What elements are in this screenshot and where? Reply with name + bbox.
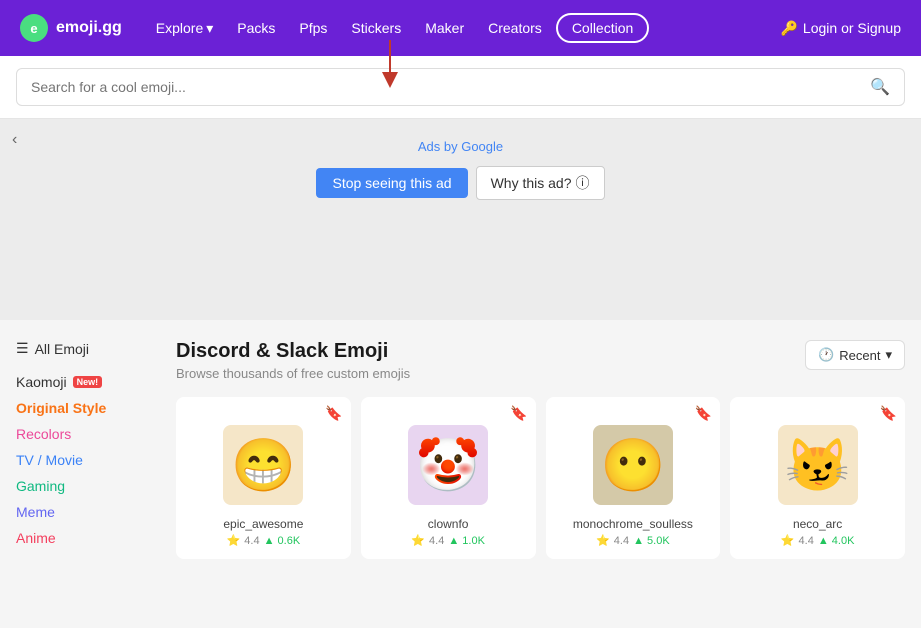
emoji-stats: ⭐ 4.4 ▲ 5.0K [596, 534, 670, 547]
menu-icon: ☰ [16, 340, 29, 357]
emoji-stats: ⭐ 4.4 ▲ 1.0K [411, 534, 485, 547]
search-bar: 🔍 [16, 68, 905, 106]
sidebar: ☰ All Emoji Kaomoji New! Original Style … [16, 340, 156, 559]
ad-area: ‹ Ads by Google Stop seeing this ad Why … [0, 119, 921, 320]
nav-explore[interactable]: Explore ▾ [146, 14, 224, 43]
nav-pfps[interactable]: Pfps [289, 14, 337, 42]
emoji-name: epic_awesome [223, 517, 303, 531]
download-count: ▲ 1.0K [448, 535, 485, 547]
download-count: ▲ 5.0K [633, 535, 670, 547]
star-icon: ⭐ [227, 534, 241, 547]
logo-icon: e [20, 14, 48, 42]
emoji-card[interactable]: 🔖 😁 epic_awesome ⭐ 4.4 ▲ 0.6K [176, 397, 351, 559]
search-icon: 🔍 [870, 79, 890, 96]
sidebar-item-recolors[interactable]: Recolors [16, 421, 156, 447]
rating-value: 4.4 [614, 535, 629, 547]
emoji-grid-area: Discord & Slack Emoji Browse thousands o… [176, 340, 905, 559]
emoji-name: monochrome_soulless [573, 517, 693, 531]
emoji-grid-title-area: Discord & Slack Emoji Browse thousands o… [176, 340, 410, 381]
download-count: ▲ 0.6K [264, 535, 301, 547]
bookmark-icon[interactable]: 🔖 [510, 405, 527, 422]
star-icon: ⭐ [781, 534, 795, 547]
emoji-name: neco_arc [793, 517, 842, 531]
star-icon: ⭐ [411, 534, 425, 547]
page-title: Discord & Slack Emoji [176, 340, 410, 363]
emoji-card[interactable]: 🔖 😼 neco_arc ⭐ 4.4 ▲ 4.0K [730, 397, 905, 559]
download-count: ▲ 4.0K [818, 535, 855, 547]
recent-sort-button[interactable]: 🕐 Recent ▾ [805, 340, 905, 370]
sidebar-item-meme[interactable]: Meme [16, 499, 156, 525]
chevron-down-icon: ▾ [206, 20, 213, 37]
emoji-grid-header: Discord & Slack Emoji Browse thousands o… [176, 340, 905, 381]
header-right: 🔑 Login or Signup [780, 20, 901, 37]
ad-content-space [20, 200, 901, 300]
emoji-image: 😶 [593, 425, 673, 505]
nav-stickers[interactable]: Stickers [341, 14, 411, 42]
emoji-cards-grid: 🔖 😁 epic_awesome ⭐ 4.4 ▲ 0.6K 🔖 🤡 clownf… [176, 397, 905, 559]
ads-by-google: Ads by Google [418, 139, 503, 154]
nav-packs[interactable]: Packs [227, 14, 285, 42]
stop-seeing-ad-button[interactable]: Stop seeing this ad [316, 168, 467, 198]
emoji-image: 😁 [223, 425, 303, 505]
sidebar-item-kaomoji[interactable]: Kaomoji New! [16, 369, 156, 395]
main-content: ☰ All Emoji Kaomoji New! Original Style … [0, 320, 921, 579]
header: e emoji.gg Explore ▾ Packs Pfps Stickers… [0, 0, 921, 56]
collection-button[interactable]: Collection [556, 13, 649, 43]
user-icon: 🔑 [780, 20, 797, 37]
emoji-name: clownfo [428, 517, 469, 531]
emoji-image: 🤡 [408, 425, 488, 505]
bookmark-icon[interactable]: 🔖 [325, 405, 342, 422]
bookmark-icon[interactable]: 🔖 [695, 405, 712, 422]
emoji-stats: ⭐ 4.4 ▲ 0.6K [227, 534, 301, 547]
search-input[interactable] [31, 79, 862, 95]
new-badge: New! [73, 376, 103, 388]
emoji-card[interactable]: 🔖 😶 monochrome_soulless ⭐ 4.4 ▲ 5.0K [546, 397, 721, 559]
nav-creators[interactable]: Creators [478, 14, 552, 42]
login-link[interactable]: 🔑 Login or Signup [780, 20, 901, 37]
sidebar-item-anime[interactable]: Anime [16, 525, 156, 551]
nav-links: Explore ▾ Packs Pfps Stickers Maker Crea… [146, 13, 781, 43]
why-this-ad-button[interactable]: Why this ad? ⓘ [476, 166, 605, 200]
star-icon: ⭐ [596, 534, 610, 547]
page-subtitle: Browse thousands of free custom emojis [176, 366, 410, 381]
ad-back-button[interactable]: ‹ [12, 131, 17, 149]
logo-link[interactable]: e emoji.gg [20, 14, 122, 42]
back-icon: ‹ [12, 131, 17, 148]
ad-buttons: Stop seeing this ad Why this ad? ⓘ [316, 166, 604, 200]
rating-value: 4.4 [244, 535, 259, 547]
emoji-card[interactable]: 🔖 🤡 clownfo ⭐ 4.4 ▲ 1.0K [361, 397, 536, 559]
emoji-stats: ⭐ 4.4 ▲ 4.0K [781, 534, 855, 547]
sidebar-item-tv-movie[interactable]: TV / Movie [16, 447, 156, 473]
emoji-image: 😼 [778, 425, 858, 505]
clock-icon: 🕐 [818, 347, 834, 363]
search-button[interactable]: 🔍 [870, 77, 890, 97]
chevron-down-icon: ▾ [885, 347, 892, 363]
rating-value: 4.4 [429, 535, 444, 547]
logo-text: emoji.gg [56, 19, 122, 37]
info-icon: ⓘ [576, 173, 590, 193]
sidebar-item-gaming[interactable]: Gaming [16, 473, 156, 499]
sidebar-item-original-style[interactable]: Original Style [16, 395, 156, 421]
sidebar-all-emoji[interactable]: ☰ All Emoji [16, 340, 156, 357]
search-bar-wrapper: 🔍 [0, 56, 921, 119]
nav-maker[interactable]: Maker [415, 14, 474, 42]
rating-value: 4.4 [799, 535, 814, 547]
bookmark-icon[interactable]: 🔖 [880, 405, 897, 422]
